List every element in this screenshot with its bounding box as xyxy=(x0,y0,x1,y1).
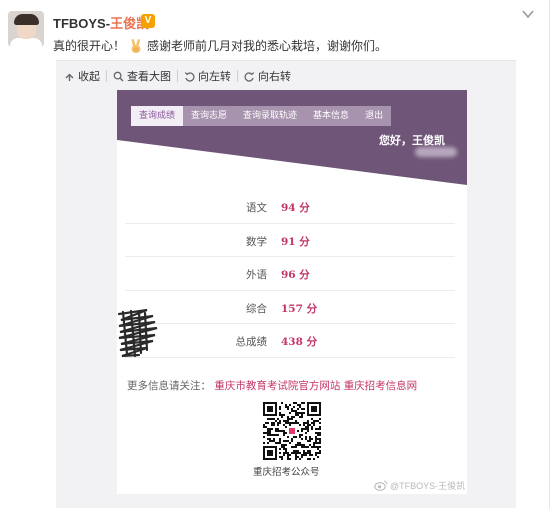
rotate-left-label: 向左转 xyxy=(198,71,231,83)
post-text-before: 真的很开心！ xyxy=(53,39,126,53)
score-value: 157 分 xyxy=(281,302,318,315)
score-value: 94 分 xyxy=(281,202,310,214)
qr-caption: 重庆招考公众号 xyxy=(253,467,320,478)
score-row: 语文 94 分 xyxy=(125,190,455,224)
admission-info-link: 重庆招考信息网 xyxy=(343,380,418,392)
watermark-text: @TFBOYS-王俊凯 xyxy=(390,481,466,491)
score-row: 数学 91 分 xyxy=(125,224,455,257)
subject-label: 数学 xyxy=(246,235,267,248)
rotate-right-label: 向右转 xyxy=(258,71,291,83)
username-latin: TFBOYS- xyxy=(53,16,111,31)
more-info-line: 更多信息请关注： 重庆市教育考试院官方网站 重庆招考信息网 xyxy=(127,378,417,393)
subject-label: 综合 xyxy=(246,302,267,315)
qr-code-icon xyxy=(263,402,321,460)
weibo-post-card: TFBOYS-王俊凯 V 真的很开心！ 感谢老师前几月对我的悉心栽培，谢谢你们。… xyxy=(0,0,550,509)
score-value: 91 分 xyxy=(281,235,310,248)
weibo-logo-icon xyxy=(374,480,388,491)
score-table: 语文 94 分 数学 91 分 外语 96 分 综合 157 分 总成绩 438… xyxy=(125,190,455,358)
nav-tab-2: 查询志愿 xyxy=(191,111,228,121)
chevron-down-icon[interactable] xyxy=(522,9,534,19)
post-text-after: 感谢老师前几月对我的悉心栽培，谢谢你们。 xyxy=(147,39,388,53)
post-text: 真的很开心！ 感谢老师前几月对我的悉心栽培，谢谢你们。 xyxy=(53,37,387,54)
exam-authority-link: 重庆市教育考试院官方网站 xyxy=(214,380,341,392)
score-row: 外语 96 分 xyxy=(125,257,455,291)
greeting-text: 您好，王俊凯 xyxy=(379,134,445,147)
rotate-right-button[interactable]: 向右转 xyxy=(244,68,291,84)
magnifier-icon xyxy=(113,71,124,81)
subject-label: 总成绩 xyxy=(235,336,268,348)
subject-label: 语文 xyxy=(246,202,267,214)
toolbar-divider xyxy=(106,70,107,82)
nav-tab-4: 基本信息 xyxy=(313,111,350,121)
score-value: 438 分 xyxy=(281,336,318,348)
score-row: 总成绩 438 分 xyxy=(125,324,455,358)
score-row: 综合 157 分 xyxy=(125,291,455,324)
weibo-watermark: @TFBOYS-王俊凯 xyxy=(374,479,465,492)
toolbar-divider xyxy=(237,70,238,82)
score-screenshot-image[interactable]: 查询成绩 查询志愿 查询录取轨迹 基本信息 退出 您好，王俊凯 语文 94 分 … xyxy=(117,90,467,494)
victory-hand-icon xyxy=(131,38,141,53)
username-link[interactable]: TFBOYS-王俊凯 xyxy=(53,13,149,32)
collapse-up-icon xyxy=(65,73,74,81)
score-value: 96 分 xyxy=(281,269,310,281)
nav-tab-1: 查询成绩 xyxy=(131,106,184,126)
blurred-candidate-id xyxy=(415,147,457,157)
view-large-button[interactable]: 查看大图 xyxy=(113,68,171,84)
more-info-prefix: 更多信息请关注： xyxy=(127,380,211,392)
view-large-label: 查看大图 xyxy=(127,71,171,83)
verified-badge-icon: V xyxy=(141,14,155,28)
nav-tab-5: 退出 xyxy=(365,111,384,121)
image-toolbar: 收起 查看大图 向左转 向右转 xyxy=(64,66,291,86)
rotate-left-button[interactable]: 向左转 xyxy=(184,68,231,84)
nav-tab-3: 查询录取轨迹 xyxy=(243,111,298,121)
rotate-left-icon xyxy=(184,71,195,82)
rotate-right-icon xyxy=(244,71,255,82)
subject-label: 外语 xyxy=(246,269,267,281)
score-page-nav: 查询成绩 查询志愿 查询录取轨迹 基本信息 退出 xyxy=(131,106,392,126)
collapse-label: 收起 xyxy=(78,71,100,83)
toolbar-divider xyxy=(177,70,178,82)
collapse-button[interactable]: 收起 xyxy=(64,68,100,84)
avatar[interactable] xyxy=(8,11,44,47)
redaction-scribble xyxy=(117,308,158,358)
